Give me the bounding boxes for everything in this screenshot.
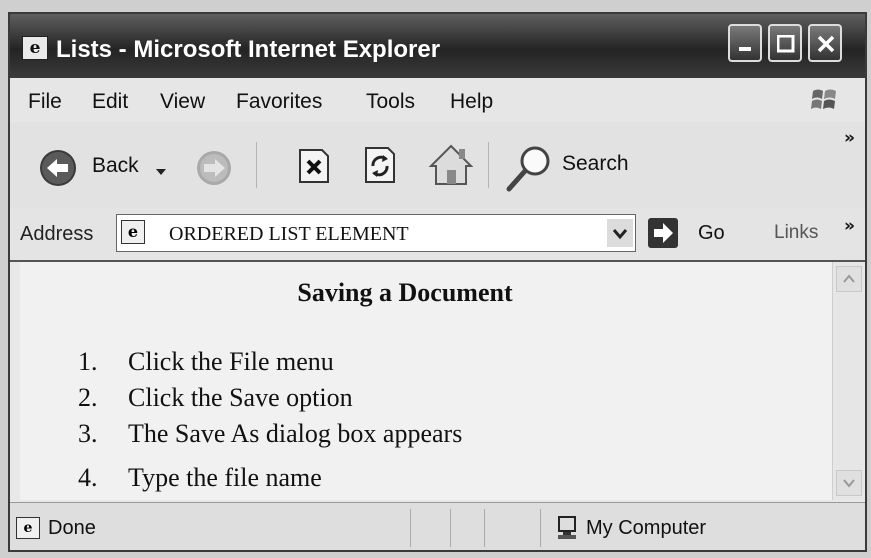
list-item-number: 4.: [78, 463, 98, 492]
list-item-text: Click the Save option: [128, 383, 353, 412]
document-heading: Saving a Document: [297, 278, 513, 307]
go-arrow-icon[interactable]: [646, 216, 680, 250]
search-label: Search: [562, 152, 629, 175]
home-icon: [428, 144, 474, 185]
address-bar: Address e ORDERED LIST ELEMENT Go Links …: [10, 208, 865, 262]
toolbar-separator: [256, 142, 257, 188]
windows-logo-icon: [811, 89, 836, 109]
list-item-number: 3.: [78, 419, 98, 448]
my-computer-icon: [558, 516, 576, 539]
refresh-icon: [365, 147, 395, 183]
vertical-scrollbar[interactable]: [832, 262, 864, 500]
chevron-down-icon: [843, 479, 855, 488]
address-field[interactable]: e ORDERED LIST ELEMENT: [116, 214, 636, 252]
maximize-button[interactable]: [768, 24, 802, 62]
search-icon: [506, 146, 550, 192]
chevron-down-icon: [612, 229, 628, 240]
status-divider: [484, 509, 485, 547]
title-bar[interactable]: e Lists - Microsoft Internet Explorer: [10, 14, 865, 78]
back-arrow-icon: [40, 150, 76, 186]
status-text: Done: [48, 517, 96, 539]
forward-button[interactable]: [194, 148, 238, 192]
stop-icon: [299, 149, 329, 183]
list-item-number: 1.: [78, 347, 98, 376]
status-divider: [450, 509, 451, 547]
address-value[interactable]: ORDERED LIST ELEMENT: [169, 223, 409, 246]
status-divider: [540, 509, 541, 547]
list-item: 1. Click the File menu: [78, 344, 462, 380]
stop-button[interactable]: [296, 146, 336, 190]
security-zone-text: My Computer: [586, 517, 707, 539]
back-label: Back: [92, 154, 139, 177]
ordered-list: 1. Click the File menu 2. Click the Save o…: [78, 344, 462, 496]
search-button[interactable]: Search: [504, 144, 644, 192]
address-dropdown-button[interactable]: [607, 219, 633, 247]
forward-arrow-icon: [197, 151, 231, 185]
toolbar-overflow-chevron[interactable]: »: [844, 128, 855, 148]
back-button[interactable]: Back: [38, 146, 158, 192]
menu-view[interactable]: View: [160, 90, 205, 114]
links-button[interactable]: Links: [774, 222, 818, 244]
ie-page-icon: e: [121, 220, 145, 244]
scroll-down-button[interactable]: [836, 470, 862, 496]
menu-bar: File Edit View Favorites Tools Help: [10, 78, 865, 123]
status-bar: e Done My Computer: [10, 502, 865, 550]
browser-window: e Lists - Microsoft Internet Explorer Fi…: [8, 12, 867, 552]
menu-favorites[interactable]: Favorites: [236, 90, 322, 114]
chevron-down-icon: [156, 169, 166, 175]
toolbar-separator: [488, 142, 489, 188]
address-label: Address: [20, 223, 94, 245]
ie-page-icon: e: [22, 36, 48, 60]
menu-tools[interactable]: Tools: [366, 90, 415, 114]
list-item: 3. The Save As dialog box appears: [78, 416, 462, 452]
chevron-up-icon: [843, 274, 855, 283]
status-divider: [410, 509, 411, 547]
maximize-icon: [777, 35, 795, 53]
menu-edit[interactable]: Edit: [92, 90, 128, 114]
list-item: 4. Type the file name: [78, 460, 462, 496]
window-title: Lists - Microsoft Internet Explorer: [56, 36, 441, 63]
home-button[interactable]: [428, 142, 474, 190]
refresh-button[interactable]: [362, 144, 402, 190]
menu-file[interactable]: File: [28, 90, 62, 114]
ie-page-icon: e: [16, 517, 40, 539]
list-item-text: Click the File menu: [128, 347, 334, 376]
list-item-text: The Save As dialog box appears: [128, 419, 463, 448]
go-button[interactable]: Go: [698, 222, 725, 245]
minimize-button[interactable]: [728, 24, 762, 62]
standard-toolbar: » Back Search: [10, 122, 865, 209]
page-content: Saving a Document 1. Click the File menu …: [20, 262, 832, 500]
links-overflow-chevron[interactable]: »: [844, 216, 855, 236]
close-button[interactable]: [808, 24, 842, 62]
close-icon: [817, 35, 835, 53]
menu-help[interactable]: Help: [450, 90, 493, 114]
list-item-text: Type the file name: [128, 463, 322, 492]
minimize-icon: [739, 47, 751, 51]
list-item: 2. Click the Save option: [78, 380, 462, 416]
scroll-up-button[interactable]: [836, 266, 862, 292]
list-item-number: 2.: [78, 383, 98, 412]
back-history-dropdown[interactable]: [154, 162, 170, 176]
